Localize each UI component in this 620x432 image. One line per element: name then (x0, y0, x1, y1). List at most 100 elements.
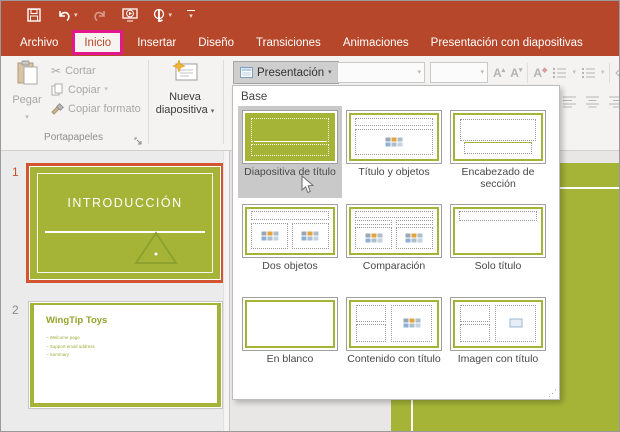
tab-animaciones[interactable]: Animaciones (332, 29, 420, 56)
gallery-resize-grip[interactable]: ⋰ (548, 388, 557, 399)
slide-1-title: INTRODUCCIÓN (67, 196, 183, 211)
copy-caret-icon: ▾ (104, 86, 108, 93)
layout-gallery-dropdown: Base Diapositiva de título Título y objet… (232, 85, 560, 400)
slide-2-number: 2 (12, 303, 19, 317)
layout-thumbnail (346, 296, 442, 351)
content-placeholder-icons (405, 233, 423, 243)
layout-thumbnail (242, 296, 338, 351)
format-painter-button: Copiar formato (51, 99, 141, 118)
tab-diseño[interactable]: Diseño (187, 29, 245, 56)
mouse-cursor-icon (301, 175, 314, 194)
layout-option-picture-caption[interactable]: Imagen con título (446, 293, 550, 384)
align-left-icon (563, 96, 576, 108)
bullet-item: Welcome page (46, 334, 95, 343)
layout-thumbnail (450, 110, 546, 164)
layout-option-label: Solo título (474, 259, 522, 272)
content-placeholder-icons (385, 137, 403, 147)
clear-formatting-icon: A◆ (533, 65, 548, 80)
font-size-combo: ▾ (430, 62, 488, 83)
tab-transiciones[interactable]: Transiciones (245, 29, 332, 56)
layout-option-content-caption[interactable]: Contenido con título (342, 293, 446, 384)
layout-thumbnail (242, 110, 338, 164)
layout-thumbnail (450, 203, 546, 258)
triangle-shape (133, 230, 178, 264)
new-slide-icon (171, 59, 197, 81)
save-icon[interactable] (27, 8, 41, 22)
layout-option-label: Título y objetos (358, 166, 430, 178)
new-slide-button[interactable]: Nueva diapositiva ▾ (153, 59, 217, 136)
powerpoint-window: ▾ ▾ ▾ Archivo Inicio Insertar Diseño Transic… (0, 0, 620, 432)
gallery-section-header: Base (241, 91, 268, 103)
picture-placeholder-icon (509, 318, 523, 328)
layout-option-two-content[interactable]: Dos objetos (238, 200, 342, 291)
new-slide-label: Nueva diapositiva ▾ (155, 91, 215, 116)
cut-button: ✂ Cortar (51, 61, 141, 80)
layout-option-blank[interactable]: En blanco (238, 293, 342, 384)
customize-qat-icon[interactable]: ▾ (187, 9, 196, 20)
slide-thumbnails-panel: 1 INTRODUCCIÓN 2 WingTip Toys Welcome pa… (1, 151, 230, 431)
layout-caret-icon: ▾ (328, 69, 332, 76)
layout-option-comparison[interactable]: Comparación (342, 200, 446, 291)
copy-button: Copiar ▾ (51, 80, 141, 99)
undo-button[interactable]: ▾ (56, 9, 78, 22)
format-painter-icon (51, 102, 64, 115)
slide-1-thumbnail[interactable]: INTRODUCCIÓN (26, 163, 224, 283)
layout-button-label: Presentación (257, 66, 325, 79)
clipboard-group-label: Portapapeles (44, 132, 103, 143)
align-right-icon (609, 96, 619, 108)
content-placeholder-icons (301, 231, 319, 241)
numbering-icon (581, 67, 595, 78)
bullets-icon (553, 67, 567, 78)
clipboard-group-footer: Portapapeles (1, 132, 146, 143)
tab-presentación-con-diapositivas[interactable]: Presentación con diapositivas (420, 29, 594, 56)
bullet-item: Summary (46, 351, 95, 360)
layout-option-section-header[interactable]: Encabezado de sección (446, 106, 550, 198)
copy-icon (51, 83, 63, 96)
layout-option-label: Comparación (362, 259, 426, 272)
start-slideshow-icon[interactable] (121, 8, 138, 22)
content-placeholder-icons (403, 318, 421, 328)
ribbon-tabs: Archivo Inicio Insertar Diseño Transiciones A… (1, 29, 619, 56)
layout-thumbnail (242, 203, 338, 258)
paste-button[interactable]: Pegar ▾ (7, 60, 47, 136)
bullet-item: Support email address (46, 343, 95, 352)
paste-caret-icon: ▾ (25, 114, 29, 121)
align-center-icon (586, 96, 599, 108)
slide-2-thumbnail[interactable]: WingTip Toys Welcome page Support email … (28, 301, 223, 409)
content-placeholder-icons (261, 231, 279, 241)
layout-option-title-only[interactable]: Solo título (446, 200, 550, 291)
tab-archivo[interactable]: Archivo (9, 29, 69, 56)
layout-option-title-slide[interactable]: Diapositiva de título (238, 106, 342, 198)
paste-label: Pegar (12, 94, 42, 106)
layout-option-label: En blanco (266, 352, 314, 365)
tab-insertar[interactable]: Insertar (126, 29, 187, 56)
touch-mode-caret-icon[interactable]: ▾ (169, 12, 173, 19)
cut-icon: ✂ (51, 63, 62, 78)
layout-thumbnail (450, 296, 546, 351)
touch-mode-button[interactable]: ▾ (153, 8, 173, 22)
content-placeholder-icons (365, 233, 383, 243)
layout-option-label: Encabezado de sección (461, 166, 535, 190)
slide-2-bullets: Welcome page Support email address Summa… (46, 334, 95, 360)
tab-inicio[interactable]: Inicio (72, 30, 124, 55)
new-slide-caret-icon: ▾ (210, 107, 215, 115)
layout-thumbnail (346, 110, 442, 164)
title-bar: ▾ ▾ ▾ (1, 1, 619, 29)
slide-1-number: 1 (12, 165, 19, 179)
layout-option-label: Diapositiva de título (244, 166, 336, 178)
layout-gallery-grid: Diapositiva de título Título y objetos Enc… (233, 106, 559, 384)
copy-label: Copiar (68, 83, 101, 96)
layout-thumbnail (346, 203, 442, 258)
font-name-combo: ▾ (337, 62, 425, 83)
redo-button (93, 9, 107, 22)
layout-option-label: Imagen con título (457, 352, 539, 365)
format-painter-label: Copiar formato (68, 102, 141, 115)
layout-button[interactable]: Presentación ▾ (233, 61, 339, 84)
layout-option-title-content[interactable]: Título y objetos (342, 106, 446, 198)
clipboard-dialog-launcher-icon[interactable] (134, 133, 143, 151)
layout-option-label: Dos objetos (262, 259, 318, 272)
undo-caret-icon[interactable]: ▾ (74, 12, 78, 19)
increase-font-size-icon: A▴ (493, 65, 506, 80)
thumbnails-scrollbar[interactable] (223, 151, 229, 431)
layout-option-label: Contenido con título (347, 352, 441, 365)
